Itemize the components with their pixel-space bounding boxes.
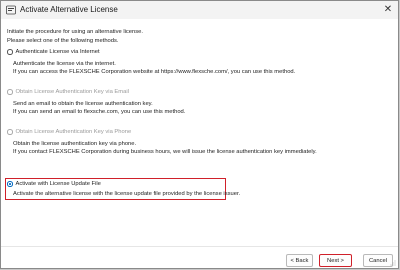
intro-text: Initiate the procedure for using an alte…: [7, 29, 143, 35]
radio-update-file[interactable]: [7, 181, 13, 187]
option-phone-desc-1: Obtain the license authentication key vi…: [13, 141, 137, 147]
license-app-icon: [6, 5, 16, 15]
option-update-file-label[interactable]: Activate with License Update File: [16, 181, 101, 187]
intro-instruction: Please select one of the following metho…: [7, 38, 119, 44]
option-update-file-desc: Activate the alternative license with th…: [13, 191, 241, 197]
close-icon[interactable]: ✕: [380, 3, 396, 17]
option-update-file[interactable]: Activate with License Update File: [7, 181, 101, 187]
option-email-label: Obtain License Authentication Key via Em…: [15, 89, 129, 95]
dialog-content: Initiate the procedure for using an alte…: [1, 19, 398, 268]
cancel-button[interactable]: Cancel: [363, 254, 393, 267]
window-title: Activate Alternative License: [20, 5, 118, 14]
option-internet-desc-1: Authenticate the license via the interne…: [13, 61, 116, 67]
radio-internet[interactable]: [7, 49, 13, 55]
option-internet-label[interactable]: Authenticate License via Internet: [16, 49, 100, 55]
title-bar: Activate Alternative License ✕: [1, 1, 398, 19]
radio-email: [7, 89, 13, 95]
option-phone: Obtain License Authentication Key via Ph…: [7, 129, 131, 135]
option-email-desc-1: Send an email to obtain the license auth…: [13, 101, 153, 107]
back-button[interactable]: < Back: [286, 254, 313, 267]
resize-grip-icon[interactable]: [390, 260, 396, 266]
option-phone-desc-2: If you contact FLEXSCHE Corporation duri…: [13, 149, 317, 155]
option-internet-desc-2: If you can access the FLEXSCHE Corporati…: [13, 69, 296, 75]
radio-phone: [7, 129, 13, 135]
option-phone-label: Obtain License Authentication Key via Ph…: [15, 129, 132, 135]
option-internet[interactable]: Authenticate License via Internet: [7, 49, 100, 55]
option-email-desc-2: If you can send an email to flexsche.com…: [13, 109, 186, 115]
option-email: Obtain License Authentication Key via Em…: [7, 89, 129, 95]
next-button[interactable]: Next >: [319, 254, 352, 267]
footer-divider: [1, 246, 398, 247]
activate-license-dialog: Activate Alternative License ✕ Initiate …: [0, 0, 399, 269]
